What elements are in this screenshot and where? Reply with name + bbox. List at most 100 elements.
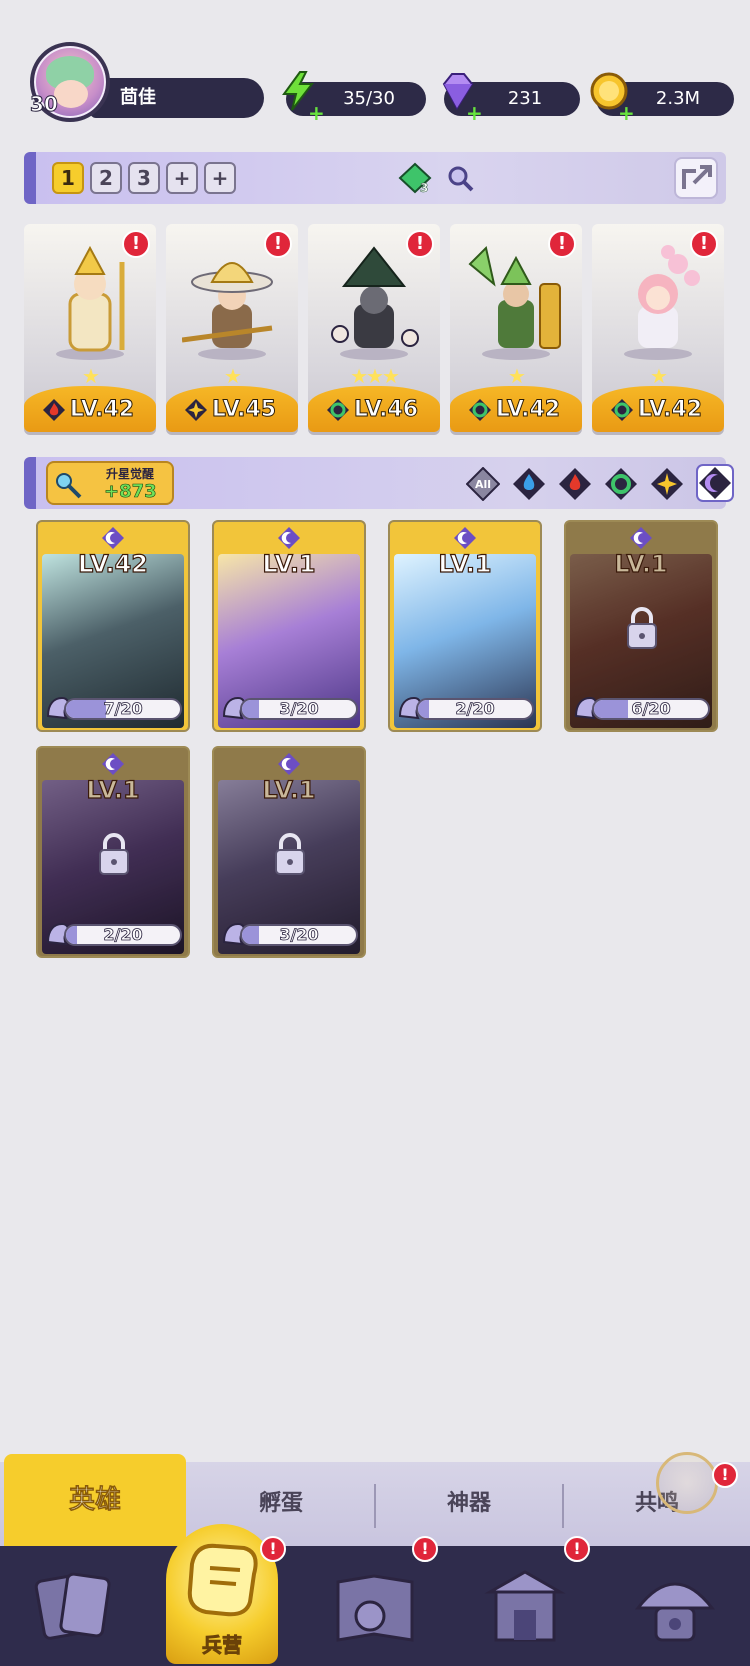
awaken-card-3[interactable]: LV.1 2/20 [388, 520, 542, 732]
lock-icon [627, 607, 657, 649]
hero-4-portrait [468, 246, 561, 360]
awaken-card-2[interactable]: LV.1 3/20 [212, 520, 366, 732]
hero-2-alert-icon: ! [264, 230, 292, 258]
hero-card-2[interactable]: ! ★ LV.45 [166, 224, 298, 432]
card-1-progress-text: 7/20 [103, 699, 143, 718]
awaken-card-5[interactable]: LV.1 2/20 [36, 746, 190, 958]
lock-icon [275, 833, 305, 875]
filter-all-label: All [475, 478, 491, 491]
hero-4-stars: ★ [508, 364, 526, 388]
team-tab-add-1[interactable]: + [166, 162, 198, 194]
hero-3-level-text: LV.46 [353, 397, 419, 423]
key-icon [56, 473, 82, 499]
nav-shrine[interactable] [480, 1558, 570, 1654]
collection-filter-bar: 升星觉醒 +873 All [24, 457, 734, 509]
tab-heroes[interactable]: 英雄 [4, 1454, 186, 1546]
gem-value: 231 [507, 88, 543, 109]
wind-element-icon [611, 399, 633, 421]
gem-counter[interactable]: + 231 [442, 73, 580, 125]
hero-3-stars: ★★★ [350, 364, 400, 388]
light-element-icon [185, 399, 207, 421]
player-name[interactable]: 茴佳 [90, 78, 264, 118]
tab-artifact[interactable]: 神器 [376, 1462, 562, 1546]
card-6-progress-bar: 3/20 [240, 924, 358, 946]
nav-cards[interactable] [30, 1558, 120, 1654]
card-4-level: LV.1 [614, 549, 668, 578]
filter-light-icon[interactable] [650, 467, 684, 501]
hero-1-portrait [56, 245, 125, 360]
sub-tab-bar: 英雄 孵蛋 神器 共鸣 [0, 1454, 750, 1546]
energy-value: 35/30 [343, 88, 395, 109]
coin-plus-icon[interactable]: + [618, 96, 635, 130]
hero-card-5[interactable]: ! ★ LV.42 [592, 224, 724, 432]
card-5-level: LV.1 [86, 775, 140, 804]
filter-water-icon[interactable] [512, 467, 546, 501]
hero-1-alert-icon: ! [122, 230, 150, 258]
top-bar: 30 茴佳 + 35/30 + 231 + 2.3M [0, 0, 750, 130]
nav-map-alert-icon: ! [412, 1536, 438, 1562]
awaken-card-1[interactable]: LV.42 7/20 [36, 520, 190, 732]
hero-card-4[interactable]: ! ★ LV.42 [450, 224, 582, 432]
card-3-progress-bar: 2/20 [416, 698, 534, 720]
hero-2-level: LV.45 [166, 386, 298, 432]
hero-3-alert-icon: ! [406, 230, 434, 258]
team-tab-3[interactable]: 3 [128, 162, 160, 194]
card-4-progress-bar: 6/20 [592, 698, 710, 720]
filter-wind-icon[interactable] [604, 467, 638, 501]
share-button[interactable] [674, 157, 718, 199]
card-1-level: LV.42 [77, 549, 148, 578]
card-4-progress-text: 6/20 [631, 699, 671, 718]
hero-2-portrait [182, 262, 273, 360]
dark-element-icon [278, 527, 300, 549]
hero-3-level: LV.46 [308, 386, 440, 432]
green-gem-icon[interactable]: 3 [398, 162, 432, 194]
dark-element-icon [102, 527, 124, 549]
card-1-progress-bar: 7/20 [64, 698, 182, 720]
hero-5-stars: ★ [650, 364, 668, 388]
dark-element-icon [454, 527, 476, 549]
nav-guild[interactable] [630, 1558, 720, 1654]
energy-counter[interactable]: + 35/30 [282, 71, 426, 125]
energy-plus-icon[interactable]: + [308, 96, 325, 130]
filter-dark-icon[interactable] [696, 464, 734, 502]
coin-value: 2.3M [655, 88, 701, 109]
awaken-card-6[interactable]: LV.1 3/20 [212, 746, 366, 958]
hero-card-1[interactable]: ! ★ LV.42 [24, 224, 156, 432]
team-tab-1[interactable]: 1 [52, 162, 84, 194]
hero-1-level: LV.42 [24, 386, 156, 432]
hero-1-level-text: LV.42 [69, 397, 135, 423]
lock-icon [99, 833, 129, 875]
card-6-progress-text: 3/20 [279, 925, 319, 944]
card-3-progress-text: 2/20 [455, 699, 495, 718]
search-icon[interactable] [446, 164, 476, 194]
nav-map[interactable] [330, 1558, 420, 1654]
nav-barracks-alert-icon: ! [260, 1536, 286, 1562]
fire-element-icon [43, 399, 65, 421]
awaken-key-counter[interactable]: 升星觉醒 +873 [46, 461, 174, 505]
filter-fire-icon[interactable] [558, 467, 592, 501]
hero-4-level-text: LV.42 [495, 397, 561, 423]
mushroom-house-icon [634, 1582, 716, 1642]
hero-5-alert-icon: ! [690, 230, 718, 258]
hero-3-portrait [331, 246, 419, 360]
card-2-progress-text: 3/20 [279, 699, 319, 718]
avatar-face [54, 80, 88, 108]
hero-5-level-text: LV.42 [637, 397, 703, 423]
gem-badge: 3 [420, 181, 428, 194]
awaken-card-4[interactable]: LV.1 6/20 [564, 520, 718, 732]
dark-element-icon [630, 527, 652, 549]
card-3-level: LV.1 [438, 549, 492, 578]
hero-card-3[interactable]: ! ★★★ LV.46 [308, 224, 440, 432]
team-tab-add-2[interactable]: + [204, 162, 236, 194]
nav-barracks-label: 兵营 [202, 1633, 243, 1658]
team-tab-2[interactable]: 2 [90, 162, 122, 194]
dark-element-icon [102, 753, 124, 775]
hero-5-portrait [624, 245, 700, 360]
gem-plus-icon[interactable]: + [466, 96, 483, 130]
nav-shrine-alert-icon: ! [564, 1536, 590, 1562]
team-bar: 1 2 3 + + 3 [24, 152, 726, 204]
coin-counter[interactable]: + 2.3M [590, 72, 734, 125]
filter-all-icon[interactable]: All [466, 467, 500, 501]
cards-icon [34, 1572, 111, 1640]
floating-event-button[interactable] [656, 1452, 718, 1514]
